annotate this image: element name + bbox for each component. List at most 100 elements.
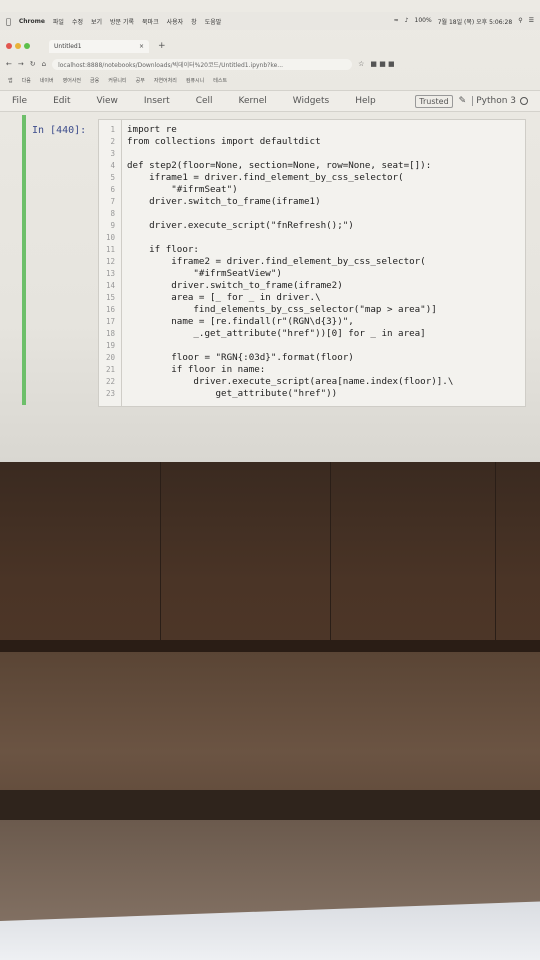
volume-icon[interactable]: ♪ bbox=[405, 17, 409, 26]
line-number: 17 bbox=[105, 317, 115, 326]
home-icon[interactable]: ⌂ bbox=[42, 60, 46, 68]
code-line[interactable]: 9 driver.execute_script("fnRefresh();") bbox=[99, 220, 525, 232]
code-line[interactable]: 14 driver.switch_to_frame(iframe2) bbox=[99, 280, 525, 292]
code-editor[interactable]: 1 import re 2 from collections import defau… bbox=[98, 119, 526, 407]
browser-tabbar: Untitled1 × + bbox=[0, 38, 540, 54]
bookmark-dictionary[interactable]: 영어사전 bbox=[63, 77, 81, 84]
jupyter-menu-help[interactable]: Help bbox=[355, 96, 376, 106]
menu-people[interactable]: 사용자 bbox=[167, 17, 184, 26]
code-text: import re bbox=[127, 124, 177, 135]
search-icon[interactable]: ⚲ bbox=[518, 17, 522, 26]
maximize-window-button[interactable] bbox=[24, 43, 30, 49]
trusted-badge[interactable]: Trusted bbox=[415, 94, 453, 108]
line-number: 23 bbox=[105, 389, 115, 398]
code-line[interactable]: 22 driver.execute_script(area[name.index… bbox=[99, 376, 525, 388]
jupyter-menu-edit[interactable]: Edit bbox=[53, 96, 70, 106]
code-text: name = [re.findall(r"(RGN\d{3})", bbox=[127, 316, 354, 327]
code-line[interactable]: 3 bbox=[99, 148, 525, 160]
bookmark-naver[interactable]: 네이버 bbox=[40, 77, 54, 84]
line-number: 9 bbox=[110, 221, 115, 230]
code-text: driver.execute_script("fnRefresh();") bbox=[127, 220, 354, 231]
line-number: 2 bbox=[110, 137, 115, 146]
jupyter-menu-widgets[interactable]: Widgets bbox=[293, 96, 329, 106]
bookmark-daum[interactable]: 다음 bbox=[22, 77, 31, 84]
code-line[interactable]: 6 "#ifrmSeat") bbox=[99, 184, 525, 196]
bookmark-apps[interactable]: 앱 bbox=[8, 77, 13, 84]
projected-screen:  Chrome 파일 수정 보기 방문 기록 북마크 사용자 창 도움말 ≈ … bbox=[0, 0, 540, 462]
menu-edit[interactable]: 수정 bbox=[72, 17, 83, 26]
menu-bookmarks[interactable]: 북마크 bbox=[142, 17, 159, 26]
back-icon[interactable]: ← bbox=[6, 60, 12, 68]
line-number: 6 bbox=[110, 185, 115, 194]
jupyter-menu-file[interactable]: File bbox=[12, 96, 27, 106]
code-line[interactable]: 20 floor = "RGN{:03d}".format(floor) bbox=[99, 352, 525, 364]
code-text: get_attribute("href")) bbox=[127, 388, 338, 399]
app-name[interactable]: Chrome bbox=[19, 18, 45, 25]
battery-level[interactable]: 100% bbox=[415, 17, 432, 26]
code-text: floor = "RGN{:03d}".format(floor) bbox=[127, 352, 354, 363]
menu-file[interactable]: 파일 bbox=[53, 17, 64, 26]
edit-pencil-icon[interactable]: ✎ bbox=[459, 96, 467, 106]
code-line[interactable]: 2 from collections import defaultdict bbox=[99, 136, 525, 148]
close-window-button[interactable] bbox=[6, 43, 12, 49]
code-line[interactable]: 4 def step2(floor=None, section=None, row… bbox=[99, 160, 525, 172]
url-bar[interactable]: localhost:8888/notebooks/Downloads/빅데이터%… bbox=[52, 58, 353, 70]
wifi-icon[interactable]: ≈ bbox=[394, 17, 399, 26]
code-line[interactable]: 21 if floor in name: bbox=[99, 364, 525, 376]
menu-window[interactable]: 창 bbox=[191, 17, 197, 26]
browser-tab[interactable]: Untitled1 × bbox=[49, 39, 149, 53]
code-line[interactable]: 19 bbox=[99, 340, 525, 352]
code-line[interactable]: 16 find_elements_by_css_selector("map > … bbox=[99, 304, 525, 316]
bookmark-test[interactable]: 테스트 bbox=[213, 77, 227, 84]
code-text: iframe1 = driver.find_element_by_css_sel… bbox=[127, 172, 404, 183]
line-number: 15 bbox=[105, 293, 115, 302]
line-number: 4 bbox=[110, 161, 115, 170]
menu-help[interactable]: 도움말 bbox=[205, 17, 222, 26]
line-number: 11 bbox=[105, 245, 115, 254]
jupyter-menu-cell[interactable]: Cell bbox=[196, 96, 213, 106]
code-line[interactable]: 1 import re bbox=[99, 124, 525, 136]
code-line[interactable]: 10 bbox=[99, 232, 525, 244]
star-icon[interactable]: ☆ bbox=[358, 60, 364, 68]
jupyter-menu-kernel[interactable]: Kernel bbox=[239, 96, 267, 106]
code-line[interactable]: 13 "#ifrmSeatView") bbox=[99, 268, 525, 280]
code-line[interactable]: 11 if floor: bbox=[99, 244, 525, 256]
code-cell[interactable]: In [440]: 1 import re 2 from collections im… bbox=[22, 115, 526, 407]
clock[interactable]: 7월 18일 (목) 오후 5:06:28 bbox=[438, 17, 513, 26]
bookmark-study[interactable]: 공부 bbox=[136, 77, 145, 84]
code-line[interactable]: 15 area = [_ for _ in driver.\ bbox=[99, 292, 525, 304]
new-tab-button[interactable]: + bbox=[158, 41, 166, 51]
line-number: 3 bbox=[110, 149, 115, 158]
code-line[interactable]: 7 driver.switch_to_frame(iframe1) bbox=[99, 196, 525, 208]
jupyter-menu-insert[interactable]: Insert bbox=[144, 96, 170, 106]
code-line[interactable]: 5 iframe1 = driver.find_element_by_css_s… bbox=[99, 172, 525, 184]
apple-icon[interactable]:  bbox=[6, 17, 11, 26]
mac-menubar:  Chrome 파일 수정 보기 방문 기록 북마크 사용자 창 도움말 ≈ … bbox=[0, 12, 540, 30]
tab-close-icon[interactable]: × bbox=[139, 43, 144, 50]
bookmark-finance[interactable]: 금융 bbox=[90, 77, 99, 84]
code-line[interactable]: 18 _.get_attribute("href"))[0] for _ in … bbox=[99, 328, 525, 340]
code-line[interactable]: 12 iframe2 = driver.find_element_by_css_… bbox=[99, 256, 525, 268]
code-text: from collections import defaultdict bbox=[127, 136, 321, 147]
list-icon[interactable]: ☰ bbox=[529, 17, 534, 26]
forward-icon[interactable]: → bbox=[18, 60, 24, 68]
jupyter-menubar: File Edit View Insert Cell Kernel Widget… bbox=[0, 90, 540, 112]
bookmark-compsci[interactable]: 컴퓨시니 bbox=[186, 77, 204, 84]
jupyter-menu-view[interactable]: View bbox=[97, 96, 118, 106]
menu-history[interactable]: 방문 기록 bbox=[110, 17, 134, 26]
code-text: def step2(floor=None, section=None, row=… bbox=[127, 160, 432, 171]
line-number: 10 bbox=[105, 233, 115, 242]
kernel-name: Python 3 bbox=[472, 96, 516, 106]
bookmark-community[interactable]: 커뮤니티 bbox=[108, 77, 126, 84]
code-line[interactable]: 17 name = [re.findall(r"(RGN\d{3})", bbox=[99, 316, 525, 328]
code-text: "#ifrmSeat") bbox=[127, 184, 238, 195]
code-line[interactable]: 23 get_attribute("href")) bbox=[99, 388, 525, 400]
bookmark-nlp[interactable]: 자연어처리 bbox=[154, 77, 177, 84]
code-line[interactable]: 8 bbox=[99, 208, 525, 220]
menu-view[interactable]: 보기 bbox=[91, 17, 102, 26]
minimize-window-button[interactable] bbox=[15, 43, 21, 49]
extension-icons[interactable]: ■ ■ ■ bbox=[370, 60, 394, 68]
reload-icon[interactable]: ↻ bbox=[30, 60, 36, 68]
line-number: 7 bbox=[110, 197, 115, 206]
line-number: 20 bbox=[105, 353, 115, 362]
